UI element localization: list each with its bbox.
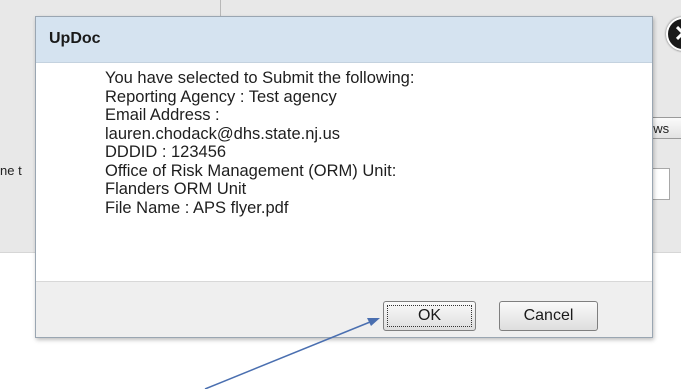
- message-line-reporting-agency: Reporting Agency : Test agency: [105, 87, 337, 106]
- message-line-email-value: lauren.chodack@dhs.state.nj.us: [105, 124, 341, 143]
- cancel-button[interactable]: Cancel: [499, 301, 598, 331]
- message-line-file-name: File Name : APS flyer.pdf: [105, 198, 289, 217]
- message-line-intro: You have selected to Submit the followin…: [105, 69, 415, 87]
- message-line-orm-value: Flanders ORM Unit: [105, 180, 247, 198]
- close-button[interactable]: ✕: [666, 17, 681, 51]
- message-line-orm-label: Office of Risk Management (ORM) Unit:: [105, 161, 397, 180]
- message-line-email-label: Email Address :: [105, 106, 220, 124]
- dialog-title: UpDoc: [49, 30, 101, 47]
- background-label: ne t: [0, 163, 22, 178]
- message-line-dddid: DDDID : 123456: [105, 143, 227, 161]
- submit-confirmation-dialog: UpDoc You have selected to Submit the fo…: [35, 16, 681, 338]
- close-icon: ✕: [668, 19, 681, 49]
- ok-button[interactable]: OK: [383, 301, 476, 331]
- dialog-message: You have selected to Submit the followin…: [105, 69, 625, 217]
- dialog-titlebar: UpDoc: [36, 17, 652, 63]
